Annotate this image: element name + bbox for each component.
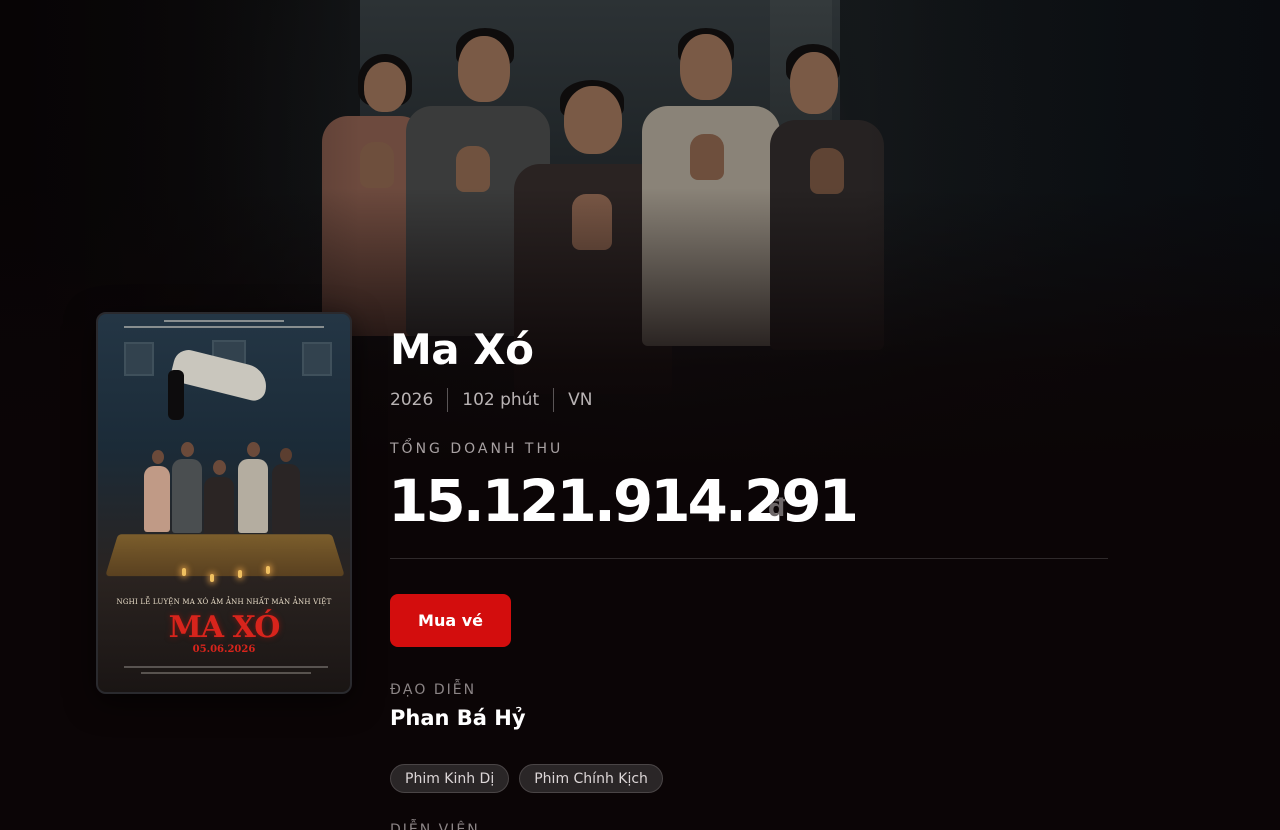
poster-tagline: NGHI LỄ LUYỆN MA XÓ ÁM ẢNH NHẤT MÀN ẢNH … — [116, 598, 332, 606]
meta-divider — [553, 388, 555, 412]
poster-bottom-credits — [124, 666, 328, 674]
movie-country: VN — [568, 390, 593, 410]
genre-list: Phim Kinh Dị Phim Chính Kịch — [390, 764, 663, 793]
movie-duration: 102 phút — [462, 390, 540, 410]
director-name[interactable]: Phan Bá Hỷ — [390, 706, 526, 730]
movie-meta: 2026 102 phút VN — [390, 388, 592, 412]
genre-chip-horror[interactable]: Phim Kinh Dị — [390, 764, 510, 793]
revenue-label: TỔNG DOANH THU — [390, 441, 564, 457]
buy-ticket-button[interactable]: Mua vé — [390, 594, 511, 647]
genre-chip-drama[interactable]: Phim Chính Kịch — [519, 764, 663, 793]
director-label: ĐẠO DIỄN — [390, 682, 477, 698]
meta-divider — [447, 388, 449, 412]
movie-year: 2026 — [390, 390, 434, 410]
revenue-currency: đ — [768, 494, 786, 522]
movie-detail-page: NGHI LỄ LUYỆN MA XÓ ÁM ẢNH NHẤT MÀN ẢNH … — [0, 0, 1280, 830]
movie-title: Ma Xó — [390, 325, 534, 374]
poster-title: MA XÓ — [168, 610, 281, 645]
poster-top-credits — [98, 320, 350, 342]
cast-section-label: DIỄN VIÊN — [390, 822, 480, 830]
movie-poster: NGHI LỄ LUYỆN MA XÓ ÁM ẢNH NHẤT MÀN ẢNH … — [96, 312, 352, 694]
section-divider — [390, 558, 1108, 559]
poster-levitating-figure — [162, 344, 274, 424]
poster-ritual-floor — [105, 534, 345, 577]
revenue-value: 15.121.914.291 — [388, 467, 859, 535]
poster-release-date: 05.06.2026 — [192, 644, 256, 655]
